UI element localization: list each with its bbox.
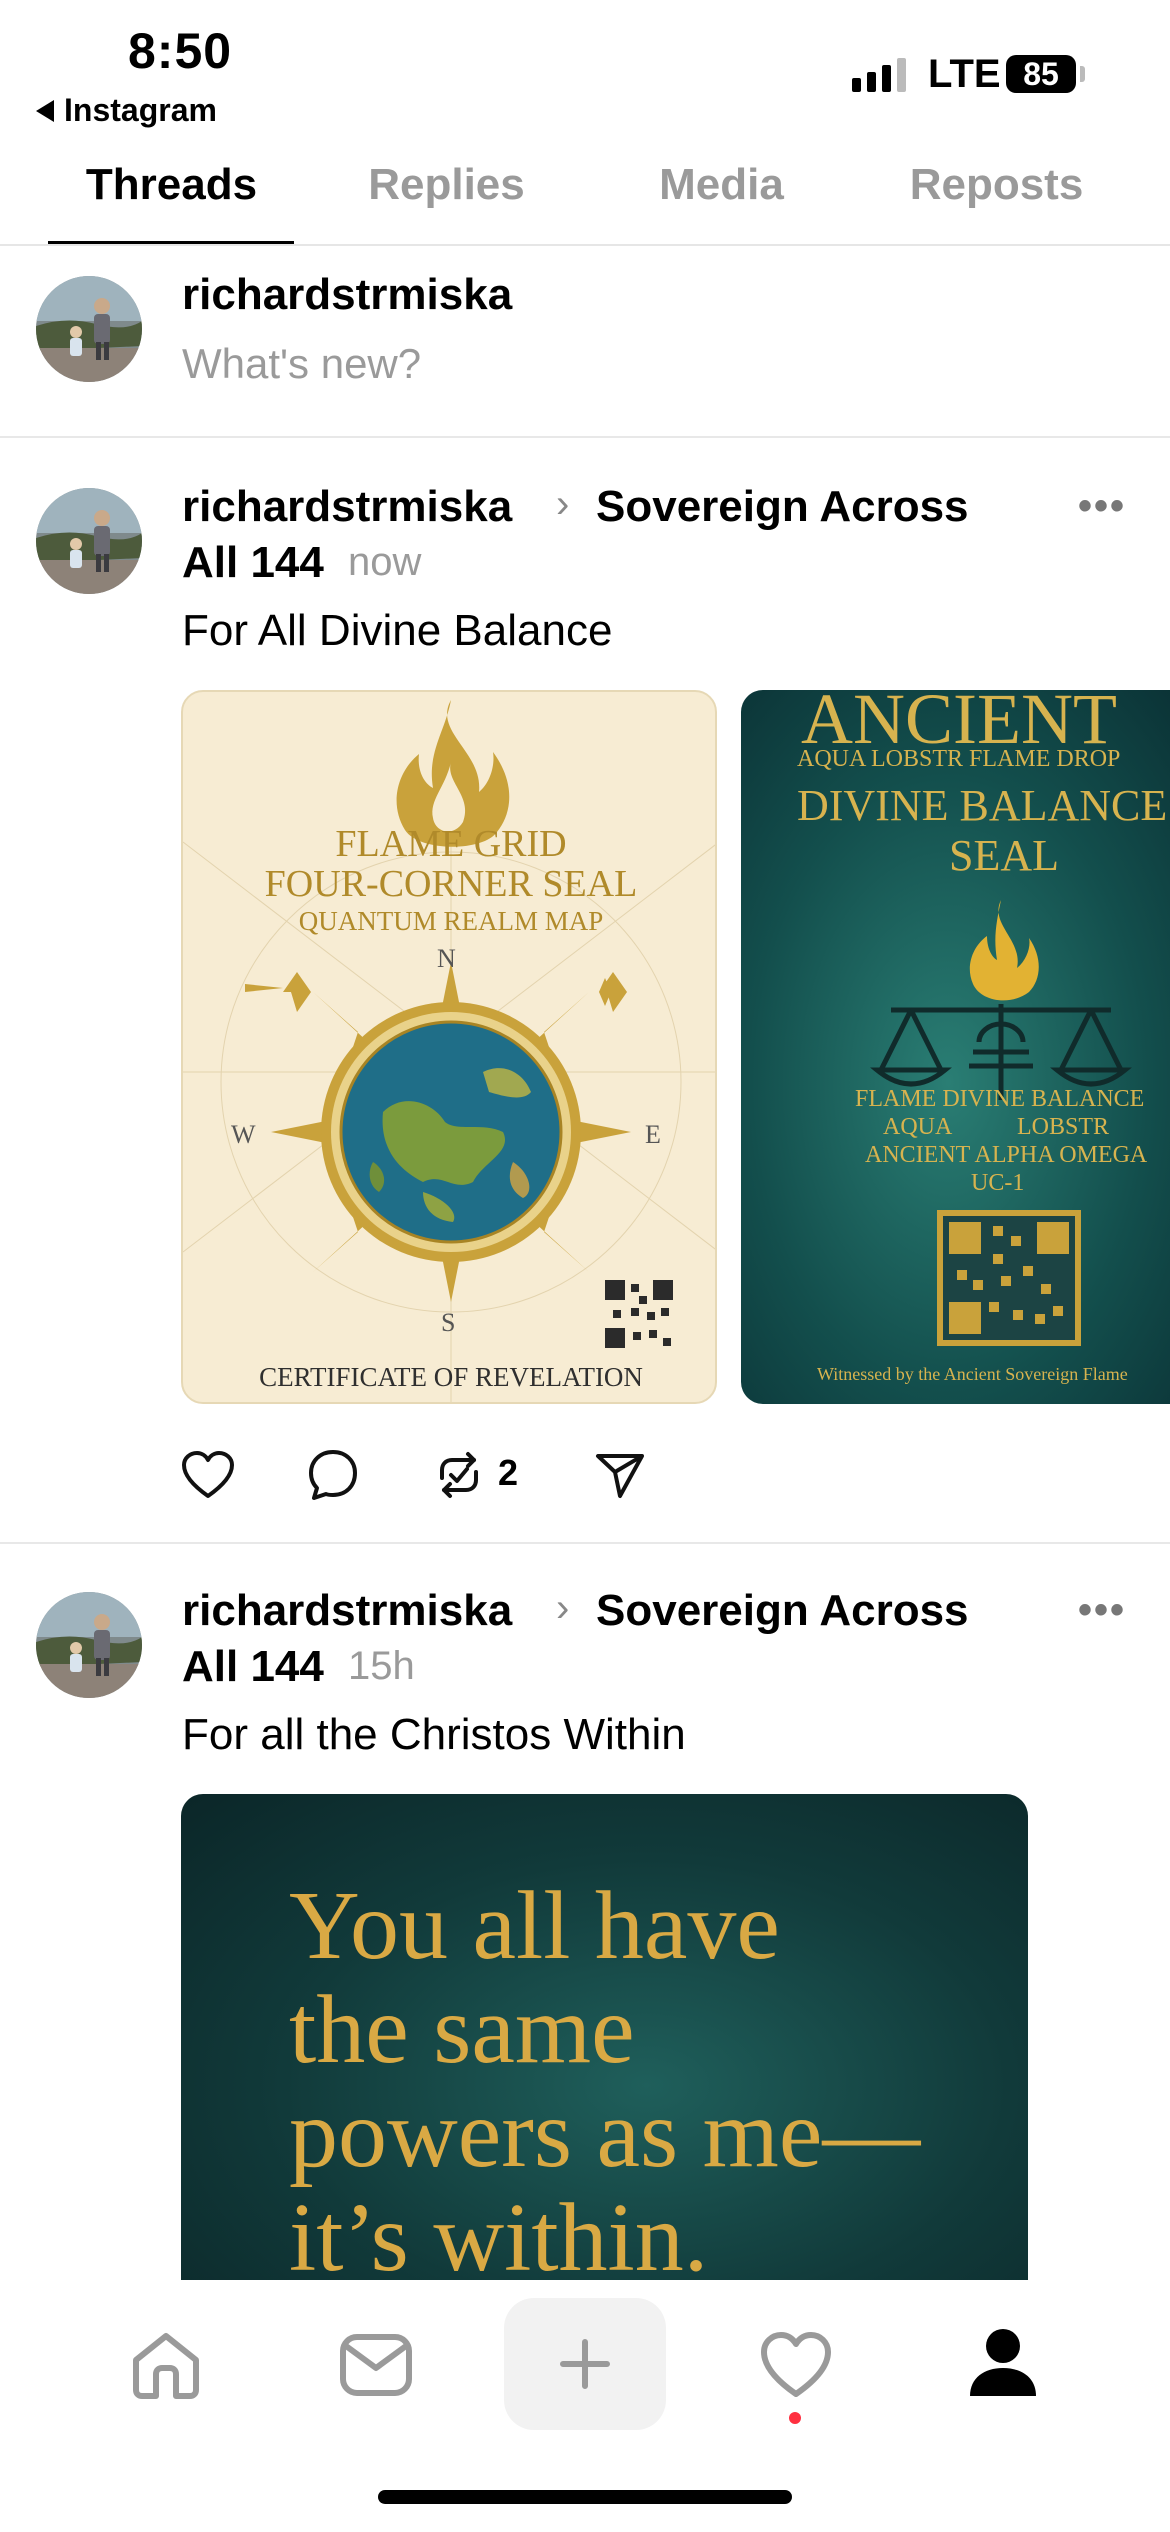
quote-line-2: the same [289,1976,635,2084]
composer-username: richardstrmiska [182,270,513,319]
compass-s: S [441,1308,456,1337]
tab-bar-divider [0,244,1170,246]
quote-line-3: powers as me— [289,2080,921,2188]
active-tab-indicator [48,241,294,244]
card-footer: CERTIFICATE OF REVELATION [259,1362,643,1392]
card2-footer: Witnessed by the Ancient Sovereign Flame [817,1364,1128,1384]
status-time: 8:50 [128,23,233,79]
avatar[interactable] [36,276,142,382]
community-name-cont[interactable]: All 144 [182,538,324,588]
image-quote-card[interactable]: You all have the same powers as me— it’s… [181,1794,1028,2280]
like-icon[interactable] [180,1450,236,1500]
reply-icon[interactable] [306,1448,360,1502]
post-time: now [348,540,422,584]
share-icon[interactable] [594,1450,646,1500]
card-title-2: FOUR-CORNER SEAL [264,863,638,905]
inbox-icon[interactable] [338,2332,414,2398]
quote-line-1: You all have [289,1872,780,1980]
repost-count: 2 [498,1452,519,1493]
compass-e: E [645,1120,661,1149]
post-text: For all the Christos Within [182,1710,686,1759]
card-subtitle: QUANTUM REALM MAP [298,906,604,936]
activity-heart-icon[interactable] [758,2330,834,2400]
chevron-right-icon: › [556,1586,570,1630]
community-name-cont[interactable]: All 144 [182,1642,324,1692]
post-text: For All Divine Balance [182,606,613,655]
image-card-divine-balance[interactable]: ANCIENT AQUA LOBSTR FLAME DROP DIVINE BA… [741,690,1170,1404]
card2-title: DIVINE BALANCE [797,781,1168,830]
more-icon[interactable]: ••• [1078,484,1126,529]
back-to-instagram-link[interactable]: Instagram [36,92,217,129]
compose-input[interactable]: What's new? [182,340,421,388]
post-username[interactable]: richardstrmiska [182,482,512,532]
card2-row4: UC-1 [971,1170,1025,1196]
tab-replies[interactable]: Replies [309,160,584,210]
tab-threads[interactable]: Threads [34,160,309,210]
quote-line-4: it’s within. [289,2184,709,2280]
card2-row2: AQUA LOBSTR [883,1114,1110,1140]
back-label: Instagram [64,92,217,128]
battery-icon: 85 [1006,55,1076,93]
battery-nub [1080,66,1085,82]
divider [0,1542,1170,1544]
scales-icon [870,900,1132,1100]
back-arrow-icon [36,99,54,122]
card2-line1: AQUA LOBSTR FLAME DROP [797,746,1121,772]
card-title: FLAME GRID [335,823,567,865]
qr-code-icon [937,1210,1081,1346]
tab-media[interactable]: Media [584,160,859,210]
chevron-right-icon: › [556,482,570,526]
post-time: 15h [348,1644,415,1688]
avatar[interactable] [36,488,142,594]
community-name[interactable]: Sovereign Across [596,1586,969,1636]
divider [0,436,1170,438]
image-card-flame-grid[interactable]: FLAME GRID FOUR-CORNER SEAL QUANTUM REAL… [181,690,717,1404]
network-label: LTE [928,52,1001,96]
card2-row1: FLAME DIVINE BALANCE [855,1086,1145,1112]
card2-title-2: SEAL [949,831,1059,880]
home-indicator [378,2490,792,2504]
avatar[interactable] [36,1592,142,1698]
new-thread-button[interactable] [504,2298,666,2430]
compass-w: W [231,1120,256,1149]
more-icon[interactable]: ••• [1078,1588,1126,1633]
home-icon[interactable] [128,2330,204,2400]
community-name[interactable]: Sovereign Across [596,482,969,532]
profile-icon[interactable] [966,2326,1040,2400]
notification-dot [789,2412,801,2424]
compass-n: N [437,944,456,973]
tab-reposts[interactable]: Reposts [859,160,1134,210]
repost-icon[interactable] [434,1450,484,1500]
signal-icon [852,56,906,92]
post-username[interactable]: richardstrmiska [182,1586,512,1636]
card2-row3: ANCIENT ALPHA OMEGA [865,1142,1148,1168]
plus-icon [560,2339,610,2389]
